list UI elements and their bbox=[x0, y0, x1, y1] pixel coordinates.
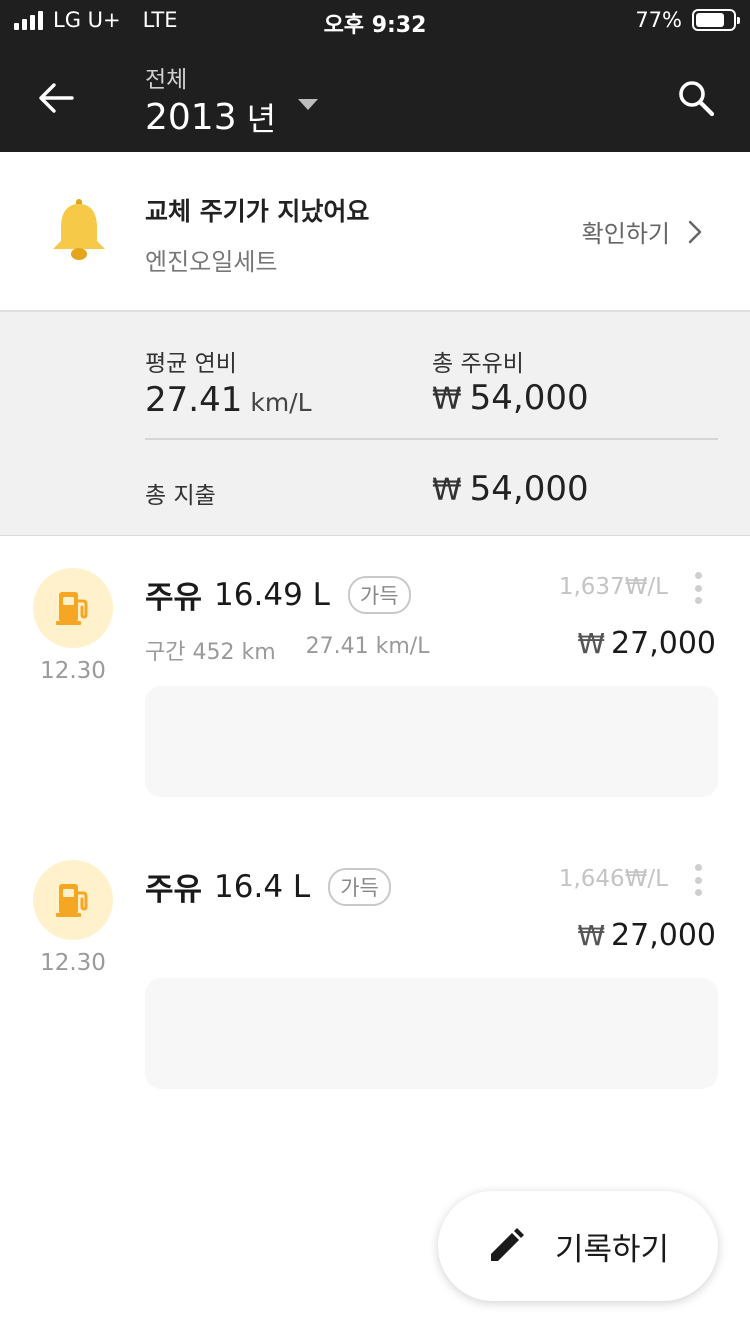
reminder-check-button[interactable]: 확인하기 bbox=[582, 214, 702, 249]
avg-efficiency: 27.41 km/L bbox=[145, 380, 312, 420]
status-left: LG U+ LTE bbox=[14, 8, 178, 32]
year-value: 2013 bbox=[145, 96, 237, 138]
full-tank-badge: 가득 bbox=[328, 867, 391, 906]
back-button[interactable] bbox=[26, 70, 86, 126]
currency-symbol: ₩ bbox=[432, 473, 462, 508]
fuel-pump-icon bbox=[56, 592, 88, 625]
carrier-name: LG U+ bbox=[53, 8, 121, 32]
reminder-title: 교체 주기가 지났어요 bbox=[145, 197, 370, 226]
more-options-button[interactable] bbox=[686, 860, 710, 900]
record-kind: 주유 bbox=[145, 580, 203, 616]
chevron-right-icon bbox=[688, 220, 702, 243]
search-button[interactable] bbox=[668, 70, 724, 126]
fuel-record[interactable]: 12.30 주유 16.49 L 가득 1,637₩/L 구간 452 km 2… bbox=[0, 536, 750, 826]
status-bar: LG U+ LTE 오후 9:32 77% bbox=[0, 0, 750, 42]
summary-divider bbox=[145, 438, 718, 440]
record-meta: 구간 452 km 27.41 km/L bbox=[145, 634, 429, 666]
add-record-button[interactable]: 기록하기 bbox=[438, 1191, 718, 1301]
network-type: LTE bbox=[142, 8, 178, 32]
total-fuel-cost-value: 54,000 bbox=[469, 378, 589, 418]
fuel-avatar bbox=[33, 568, 113, 648]
record-total: ₩27,000 bbox=[577, 626, 716, 661]
record-title: 주유 16.4 L 가득 bbox=[145, 864, 391, 909]
record-amount: 16.4 L bbox=[214, 868, 311, 905]
record-kind: 주유 bbox=[145, 872, 203, 908]
reminder-action-label: 확인하기 bbox=[581, 220, 670, 248]
record-date: 12.30 bbox=[40, 658, 106, 684]
reminder-item: 엔진오일세트 bbox=[145, 248, 278, 276]
battery-icon bbox=[692, 9, 740, 31]
year-suffix: 년 bbox=[246, 100, 277, 138]
avg-efficiency-unit: km/L bbox=[250, 388, 312, 417]
summary-panel: 평균 연비 27.41 km/L 총 주유비 ₩54,000 총 지출 ₩54,0… bbox=[0, 310, 750, 536]
record-title: 주유 16.49 L 가득 bbox=[145, 572, 411, 617]
year-selector[interactable]: 2013 년 bbox=[145, 94, 319, 140]
add-record-label: 기록하기 bbox=[554, 1231, 670, 1268]
memo-area[interactable] bbox=[145, 686, 718, 797]
status-right: 77% bbox=[635, 8, 740, 32]
total-expense-value: 54,000 bbox=[469, 469, 589, 509]
currency-symbol: ₩ bbox=[577, 919, 606, 952]
battery-percent: 77% bbox=[635, 8, 682, 32]
bell-icon bbox=[53, 199, 105, 260]
full-tank-badge: 가득 bbox=[347, 575, 411, 614]
currency-symbol: ₩ bbox=[577, 627, 606, 660]
reminder-banner[interactable]: 교체 주기가 지났어요 엔진오일세트 확인하기 bbox=[0, 152, 750, 310]
record-efficiency: 27.41 km/L bbox=[305, 634, 430, 659]
dropdown-triangle-icon bbox=[298, 98, 319, 110]
total-fuel-cost: ₩54,000 bbox=[432, 378, 589, 418]
record-amount: 16.49 L bbox=[214, 576, 330, 613]
fuel-pump-icon bbox=[56, 884, 88, 917]
fuel-avatar bbox=[33, 860, 113, 940]
section-distance: 구간 452 km bbox=[145, 640, 276, 665]
record-total-value: 27,000 bbox=[611, 918, 716, 953]
filter-subtitle: 전체 bbox=[145, 67, 188, 93]
total-fuel-cost-label: 총 주유비 bbox=[432, 351, 524, 377]
unit-price: 1,646₩/L bbox=[558, 866, 668, 892]
avg-efficiency-label: 평균 연비 bbox=[145, 351, 237, 377]
search-icon bbox=[679, 81, 715, 117]
memo-area[interactable] bbox=[145, 978, 718, 1089]
record-total: ₩27,000 bbox=[577, 918, 716, 953]
more-options-button[interactable] bbox=[686, 568, 710, 608]
record-date: 12.30 bbox=[40, 950, 106, 976]
back-arrow-icon bbox=[39, 83, 74, 113]
avg-efficiency-value: 27.41 bbox=[145, 380, 243, 420]
fuel-record[interactable]: 12.30 주유 16.4 L 가득 1,646₩/L ₩27,000 bbox=[0, 826, 750, 1116]
total-expense: ₩54,000 bbox=[432, 469, 589, 509]
signal-strength-icon bbox=[14, 10, 43, 30]
record-total-value: 27,000 bbox=[611, 626, 716, 661]
unit-price: 1,637₩/L bbox=[558, 574, 668, 600]
app-bar: 전체 2013 년 bbox=[0, 42, 750, 152]
pencil-icon bbox=[490, 1228, 524, 1261]
currency-symbol: ₩ bbox=[432, 382, 462, 417]
total-expense-label: 총 지출 bbox=[145, 483, 216, 509]
